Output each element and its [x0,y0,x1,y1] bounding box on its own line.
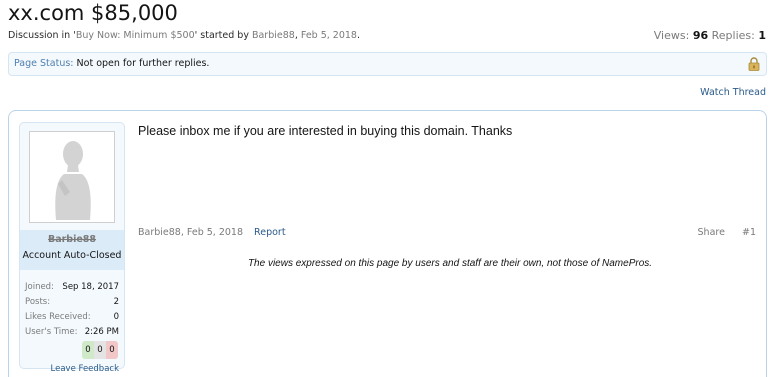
thread-date[interactable]: Feb 5, 2018 [301,30,357,41]
username[interactable]: Barbie88 [20,234,124,245]
feedback-ratings[interactable]: 0 0 0 [82,341,118,359]
watch-thread-link[interactable]: Watch Thread [700,87,766,99]
likes-row: Likes Received: 0 [25,310,119,325]
neutral-rating[interactable]: 0 [94,341,106,359]
leave-feedback-link[interactable]: Leave Feedback [51,364,119,374]
post-date[interactable]: Feb 5, 2018 [187,227,243,238]
likes-value: 0 [113,312,119,322]
positive-rating[interactable]: 0 [82,341,94,359]
joined-row: Joined: Sep 18, 2017 [25,280,119,295]
post-meta: Barbie88, Feb 5, 2018 Report [138,227,286,238]
default-avatar-icon [32,134,112,220]
author-link[interactable]: Barbie88 [252,30,295,41]
user-time-value: 2:26 PM [84,327,119,337]
user-time-row: User's Time: 2:26 PM [25,325,119,340]
post-message: Please inbox me if you are interested in… [138,124,513,138]
report-link[interactable]: Report [254,227,286,238]
posts-value[interactable]: 2 [114,295,119,310]
post-author[interactable]: Barbie88 [138,227,181,238]
page-status-bar: Page Status: Not open for further replie… [8,52,767,76]
views-count: 96 [692,29,709,42]
lock-icon [748,57,760,71]
user-title: Account Auto-Closed [22,250,122,261]
user-extra-info: Joined: Sep 18, 2017 Posts: 2 Likes Rece… [25,280,119,340]
disclaimer-text: The views expressed on this page by user… [247,258,653,269]
likes-label: Likes Received: [25,312,91,322]
joined-label: Joined: [25,282,54,292]
post-container: Barbie88 Account Auto-Closed Joined: Sep… [8,110,767,377]
started-by-text: ' started by [194,30,252,41]
user-info-panel: Barbie88 Account Auto-Closed Joined: Sep… [19,122,125,374]
page-title: xx.com $85,000 [8,1,178,25]
share-link[interactable]: Share [698,227,725,238]
joined-value: Sep 18, 2017 [62,282,119,292]
meta-period: . [356,30,361,41]
views-label: Views: [653,29,690,42]
discussion-prefix: Discussion in ' [8,30,76,41]
post-number[interactable]: #1 [742,227,756,238]
posts-row: Posts: 2 [25,295,119,310]
thread-stats: Views: 96 Replies: 1 [654,29,766,43]
page-status-value: Not open for further replies. [76,58,210,69]
page-status-label: Page Status: [14,58,74,69]
post-actions: Share #1 [684,227,756,239]
thread-meta: Discussion in 'Buy Now: Minimum $500' st… [8,30,360,42]
replies-count: 1 [758,29,766,42]
replies-label: Replies: [711,29,755,42]
username-box: Barbie88 Account Auto-Closed [20,230,124,270]
posts-label: Posts: [25,297,51,307]
user-time-label: User's Time: [25,327,78,337]
negative-rating[interactable]: 0 [106,341,118,359]
avatar[interactable] [29,131,115,223]
forum-link[interactable]: Buy Now: Minimum $500 [76,30,195,41]
